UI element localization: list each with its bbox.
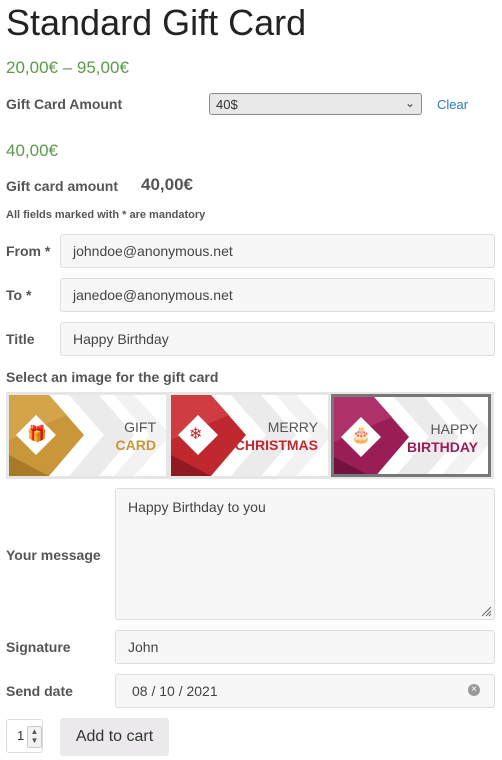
gift-card-amount-summary-label: Gift card amount	[6, 178, 119, 194]
gift-card-image-picker: 🎁 GIFT CARD ❄ MERRY CHRISTMAS 🎂 HAPPY BI…	[6, 392, 494, 479]
price-range: 20,00€ – 95,00€	[6, 58, 129, 77]
current-price: 40,00€	[6, 141, 58, 160]
card-line1: MERRY	[267, 419, 318, 435]
card-line2: CHRISTMAS	[234, 437, 318, 453]
chevron-down-icon: ⌄	[404, 96, 415, 110]
from-label: From *	[6, 243, 51, 259]
mandatory-note: All fields marked with * are mandatory	[6, 209, 206, 221]
stepper-arrows-icon[interactable]: ▲ ▼	[27, 726, 42, 748]
send-date-field[interactable]: 08 / 10 / 2021 ×	[115, 674, 495, 708]
product-title: Standard Gift Card	[6, 2, 307, 43]
clear-date-icon[interactable]: ×	[468, 684, 480, 696]
ornament-icon: ❄	[189, 426, 203, 443]
gift-card-option-christmas[interactable]: ❄ MERRY CHRISTMAS	[171, 395, 328, 476]
signature-label: Signature	[6, 639, 71, 655]
message-text: Happy Birthday to you	[128, 499, 266, 515]
gift-icon: 🎁	[27, 426, 47, 443]
card-line1: GIFT	[124, 419, 156, 435]
clear-link[interactable]: Clear	[437, 97, 468, 112]
title-label: Title	[6, 331, 35, 347]
message-label: Your message	[6, 547, 101, 563]
to-field[interactable]: janedoe@anonymous.net	[60, 278, 495, 312]
cake-icon: 🎂	[351, 427, 371, 444]
send-date-value: 08 / 10 / 2021	[132, 683, 218, 699]
add-to-cart-button[interactable]: Add to cart	[60, 718, 169, 756]
selected-amount: 40$	[216, 97, 238, 112]
signature-field[interactable]: John	[115, 630, 495, 664]
quantity-value: 1	[17, 728, 25, 743]
message-textarea[interactable]: Happy Birthday to you	[115, 488, 495, 620]
from-field[interactable]: johndoe@anonymous.net	[60, 234, 495, 268]
send-date-label: Send date	[6, 683, 73, 699]
title-field[interactable]: Happy Birthday	[60, 322, 495, 356]
quantity-stepper[interactable]: 1 ▲ ▼	[6, 719, 43, 753]
gift-card-amount-select[interactable]: 40$ ⌄	[209, 93, 422, 115]
card-line2: CARD	[115, 437, 156, 453]
card-line1: HAPPY	[430, 421, 478, 437]
image-section-label: Select an image for the gift card	[6, 369, 219, 385]
resize-grip-icon[interactable]	[480, 605, 492, 617]
gift-card-option-birthday[interactable]: 🎂 HAPPY BIRTHDAY	[331, 394, 491, 477]
gift-card-amount-label: Gift Card Amount	[6, 96, 123, 112]
to-label: To *	[6, 287, 32, 303]
gift-card-option-gift[interactable]: 🎁 GIFT CARD	[9, 395, 166, 476]
card-line2: BIRTHDAY	[406, 439, 478, 455]
gift-card-amount-summary-value: 40,00€	[141, 175, 193, 194]
